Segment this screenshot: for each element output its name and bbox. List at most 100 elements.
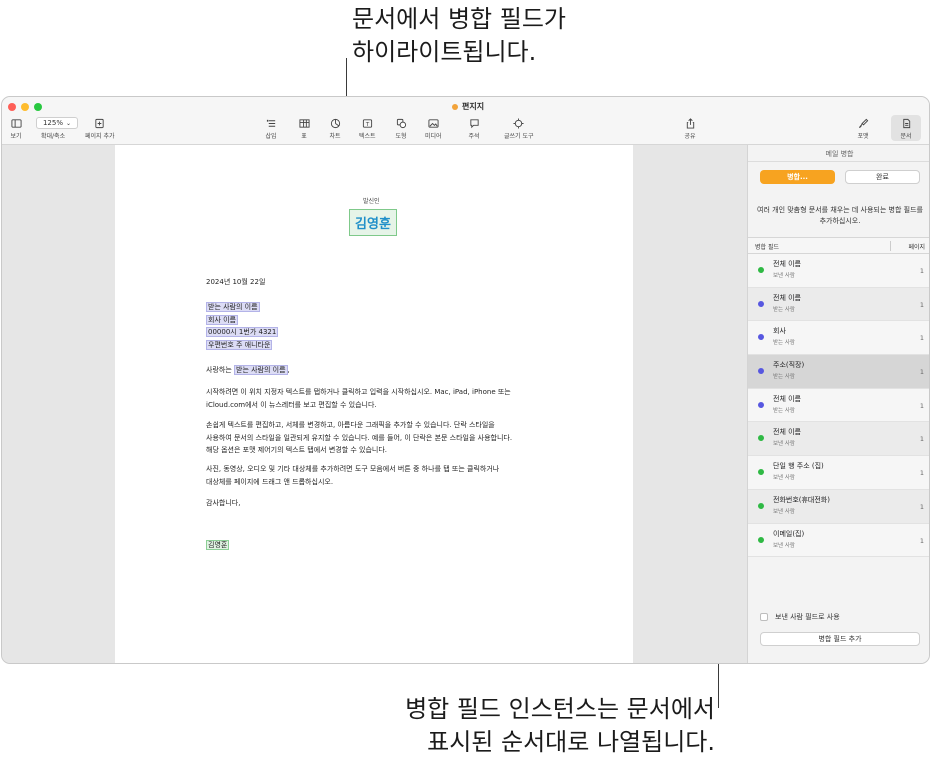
field-color-dot-icon [758,401,764,408]
text-button[interactable]: T 텍스트 [359,117,376,140]
sender-caption: 발신인 [363,198,380,205]
column-divider [890,241,891,251]
greeting-suffix: , [287,366,290,374]
column-header-page: 페이지 [908,244,925,251]
close-window-button[interactable] [8,103,16,111]
window-title-text: 편지지 [462,102,485,111]
merge-field-city-line[interactable]: 우편번호 주 애니타운 [206,339,273,350]
shape-button[interactable]: 도형 [393,117,409,140]
media-label: 미디어 [425,133,442,140]
add-page-button[interactable]: 페이지 추가 [85,117,115,140]
paragraph-1-line1: 시작하려면 이 위치 지정자 텍스트를 탭하거나 클릭하고 입력을 시작하십시오… [206,388,511,396]
table-button[interactable]: 표 [296,117,312,140]
merge-field-row[interactable]: 전체 이름 보낸 사람 1 [748,422,929,457]
media-button[interactable]: 미디어 [425,117,442,140]
document-button[interactable]: 문서 [891,115,921,141]
merge-field-page: 1 [919,502,924,511]
document-canvas: 발신인 김영훈 2024년 10월 22일 받는 사람의 이름 회사 이름 00… [2,145,747,663]
merge-field-row[interactable]: 전체 이름 받는 사람 1 [748,287,929,322]
merge-field-row[interactable]: 전화번호(휴대전화) 보낸 사람 1 [748,489,929,524]
merge-field-name: 전체 이름 [773,428,801,437]
table-icon [296,117,312,129]
merge-field-source: 받는 사람 [773,306,795,313]
merge-field-address-line[interactable]: 00000시 1번가 4321 [206,327,279,337]
merge-button[interactable]: 병합... [760,170,835,184]
paragraph-2[interactable]: 손쉽게 텍스트를 편집하고, 서체를 변경하고, 아름다운 그래픽을 추가할 수… [206,419,512,457]
merge-field-source: 받는 사람 [773,340,795,347]
merge-field-name: 전체 이름 [773,260,801,268]
merge-field-page: 1 [919,267,924,275]
merge-field-row[interactable]: 회사 받는 사람 1 [748,321,929,356]
merge-field-source: 보낸 사람 [773,542,795,549]
merge-field-page: 1 [919,435,924,444]
share-button[interactable]: 공유 [682,117,698,140]
view-button[interactable]: 보기 [8,117,24,140]
writing-tools-button[interactable]: 글쓰기 도구 [504,117,534,140]
format-label: 포맷 [857,133,869,140]
add-page-label: 페이지 추가 [85,133,115,140]
field-color-dot-icon [758,502,764,509]
merge-field-sender-name[interactable]: 김영훈 [349,209,397,236]
shape-icon [393,117,409,129]
merge-field-list: 전체 이름 보낸 사람 1 전체 이름 받는 사람 1 회사 받는 사람 1 주소(직장) 받는 사… [748,254,929,558]
paragraph-1-line2: iCloud.com에서 이 뉴스레터를 보고 편집할 수 있습니다. [206,400,377,409]
merge-field-recipient-name[interactable]: 받는 사람의 이름 [206,302,260,312]
insert-button[interactable]: 삽입 [263,117,279,140]
zoom-window-button[interactable] [34,103,42,111]
add-merge-field-button[interactable]: 병합 필드 추가 [760,632,920,646]
document-page[interactable]: 발신인 김영훈 2024년 10월 22일 받는 사람의 이름 회사 이름 00… [115,145,633,663]
comment-button[interactable]: 주석 [466,117,482,140]
recipient-block: 받는 사람의 이름 회사 이름 00000시 1번가 4321 우편번호 주 애… [206,301,279,351]
share-icon [682,117,698,129]
sender-field-checkbox[interactable] [760,613,768,621]
writing-tools-label: 글쓰기 도구 [504,133,534,140]
share-label: 공유 [684,133,696,140]
zoom-select[interactable]: 125% ⌄ [36,117,78,129]
merge-field-signature[interactable]: 김영훈 [206,540,230,550]
merge-field-name: 주소(직장) [773,361,805,370]
text-label: 텍스트 [359,133,376,140]
merge-field-row[interactable]: 전체 이름보낸 사람 1 [748,254,929,288]
document-icon [898,117,914,129]
merge-field-row[interactable]: 이메일(집) 보낸 사람 1 [748,523,929,558]
document-label: 문서 [900,133,912,140]
paragraph-2-line1: 손쉽게 텍스트를 편집하고, 서체를 변경하고, 아름다운 그래픽을 추가할 수… [206,421,495,429]
paragraph-3[interactable]: 사진, 동영상, 오디오 및 기타 대상체를 추가하려면 도구 모음에서 버튼 … [206,463,499,488]
done-button[interactable]: 완료 [845,170,920,184]
add-page-icon [92,117,108,129]
greeting-prefix: 사랑하는 [206,366,234,374]
letter-date[interactable]: 2024년 10월 22일 [206,276,265,289]
format-button[interactable]: 포맷 [855,117,871,140]
mail-merge-panel: 메일 병합 병합... 완료 여러 개인 맞춤형 문서를 채우는 데 사용되는 … [747,145,929,663]
merge-field-page: 1 [919,536,924,545]
edited-dot-icon [452,103,458,110]
callout-bottom: 병합 필드 인스턴스는 문서에서 표시된 순서대로 나열됩니다. [405,693,715,759]
merge-field-greeting-name[interactable]: 받는 사람의 이름 [234,365,288,375]
insert-icon [263,117,279,129]
merge-field-source: 보낸 사람 [773,273,795,279]
merge-field-row[interactable]: 단일 행 주소 (집) 보낸 사람 1 [748,456,929,490]
merge-field-source: 받는 사람 [773,374,795,381]
minimize-window-button[interactable] [21,103,29,111]
field-color-dot-icon [758,435,764,442]
chevron-down-icon: ⌄ [65,119,72,127]
chart-button[interactable]: 차트 [327,117,343,140]
field-color-dot-icon [758,469,764,476]
svg-text:T: T [365,121,370,127]
closing-line[interactable]: 감사합니다, [206,497,240,510]
sender-field-option[interactable]: 보낸 사람 필드로 사용 [760,612,840,622]
zoom-label: 확대/축소 [41,133,66,140]
merge-field-name: 단일 행 주소 (집) [773,462,824,471]
paragraph-1[interactable]: 시작하려면 이 위치 지정자 텍스트를 탭하거나 클릭하고 입력을 시작하십시오… [206,386,511,411]
greeting-line[interactable]: 사랑하는 받는 사람의 이름, [206,364,290,377]
field-color-dot-icon [758,334,764,341]
merge-field-row[interactable]: 전체 이름 받는 사람 1 [748,388,929,423]
merge-field-row[interactable]: 주소(직장) 받는 사람 1 [748,355,929,389]
sparkle-icon [511,117,527,129]
merge-field-list-header: 병합 필드 페이지 [748,237,929,254]
table-label: 표 [301,133,307,140]
view-label: 보기 [10,133,22,140]
signature-line[interactable]: 김영훈 [206,539,230,552]
chart-icon [327,117,343,129]
merge-field-company[interactable]: 회사 이름 [206,314,238,325]
